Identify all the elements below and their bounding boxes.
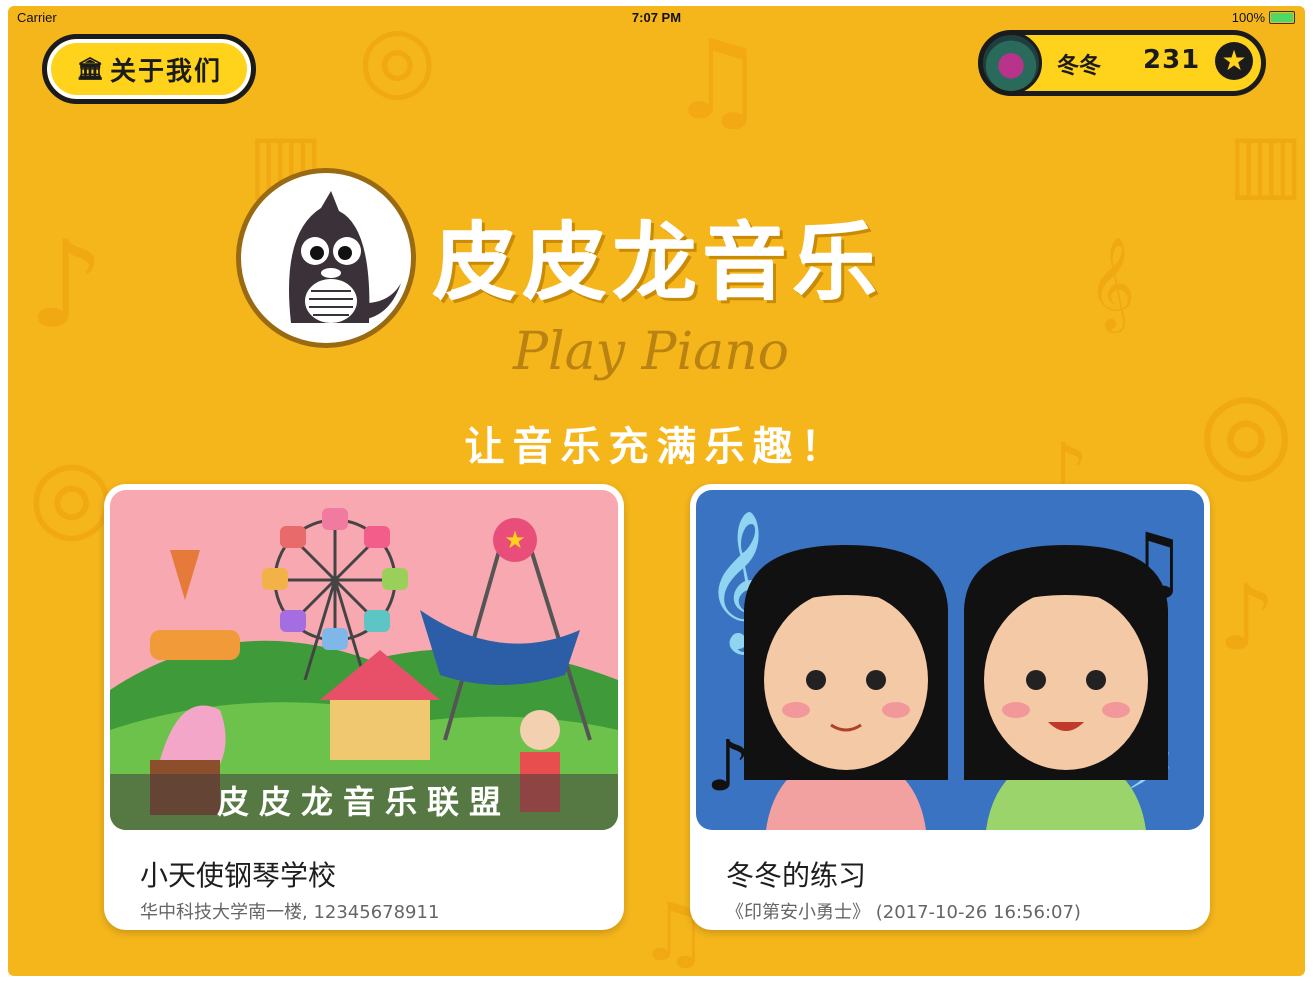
battery-icon bbox=[1269, 11, 1295, 24]
music-note-icon: ♪ bbox=[28, 216, 105, 355]
piano-icon: ▥ bbox=[1228, 116, 1304, 209]
practice-card-image: 𝄞 ♫ 𝄢 ♪ bbox=[696, 490, 1204, 830]
brand-slogan: 让音乐充满乐趣！ bbox=[464, 424, 849, 470]
status-bar: Carrier 7:07 PM 100% bbox=[8, 10, 1305, 28]
brand-subtitle: Play Piano bbox=[513, 322, 789, 382]
brand-title: 皮皮龙音乐 bbox=[433, 214, 884, 312]
practice-card[interactable]: 𝄞 ♫ 𝄢 ♪ bbox=[690, 484, 1210, 930]
app-logo bbox=[236, 168, 416, 348]
school-address: 华中科技大学南一楼, 12345678911 bbox=[140, 902, 440, 923]
star-icon: ★ bbox=[1215, 42, 1253, 80]
clock: 7:07 PM bbox=[631, 10, 682, 25]
user-name: 冬冬 bbox=[1057, 54, 1102, 79]
school-card[interactable]: ★ 皮皮龙音乐联盟 小天使钢琴学校 华中科技大学南一楼, 12345678911 bbox=[104, 484, 624, 930]
treble-clef-icon: 𝄞 bbox=[1088, 236, 1136, 329]
svg-text:♪: ♪ bbox=[706, 725, 751, 807]
battery-indicator: 100% bbox=[1232, 10, 1295, 25]
avatar[interactable] bbox=[980, 32, 1042, 94]
about-us-label: 关于我们 bbox=[109, 56, 222, 87]
school-card-image: ★ 皮皮龙音乐联盟 bbox=[110, 490, 618, 830]
user-badge[interactable]: 冬冬 231 ★ bbox=[978, 30, 1266, 96]
music-note-icon: ♪ bbox=[1218, 566, 1276, 671]
practice-detail: 《印第安小勇士》 (2017-10-26 16:56:07) bbox=[726, 902, 1081, 923]
dinosaur-mascot-icon bbox=[289, 191, 401, 323]
bank-icon: 🏛 bbox=[76, 56, 104, 82]
battery-percent: 100% bbox=[1231, 10, 1265, 25]
school-name: 小天使钢琴学校 bbox=[140, 859, 337, 892]
app-screen: ♫ ♪ 𝄞 ◎ ◎ ◎ ♪ ♫ ♪ ▥ ▥ Carrier 7:07 PM 10… bbox=[8, 6, 1305, 976]
about-us-button[interactable]: 🏛 关于我们 bbox=[42, 34, 256, 104]
user-score: 231 bbox=[1143, 45, 1201, 75]
svg-text:★: ★ bbox=[504, 526, 526, 554]
practice-title: 冬冬的练习 bbox=[726, 859, 867, 892]
music-note-icon: ♫ bbox=[668, 16, 767, 144]
card-caption: 皮皮龙音乐联盟 bbox=[110, 774, 618, 830]
